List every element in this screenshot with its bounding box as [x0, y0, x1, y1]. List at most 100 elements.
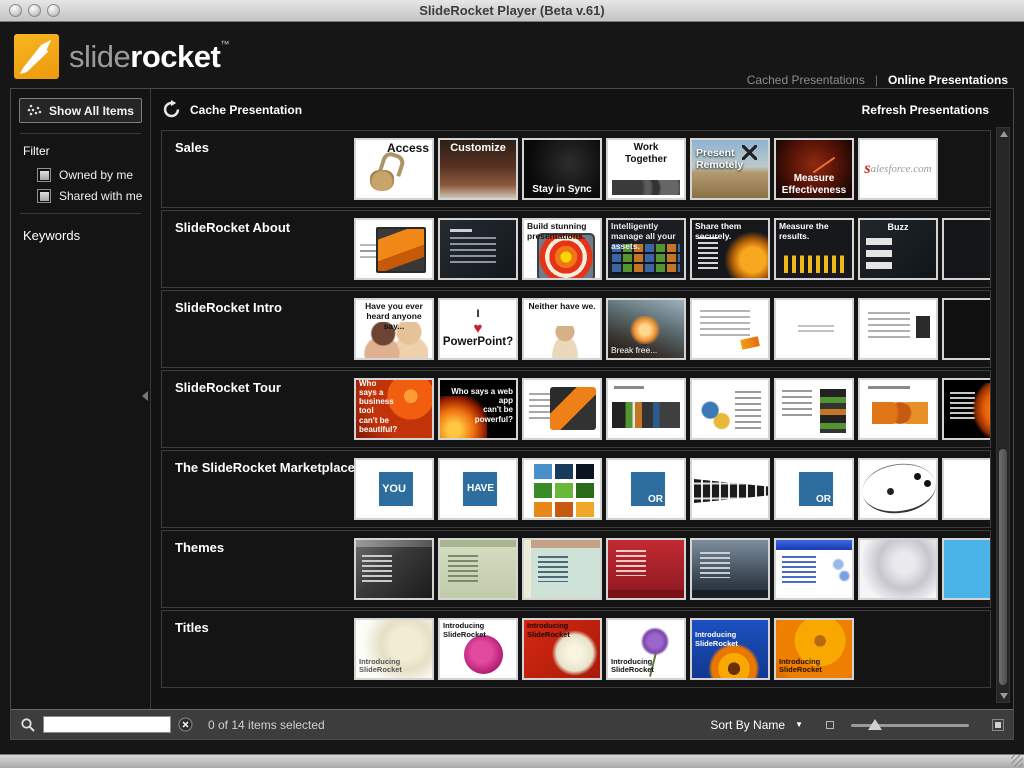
presentation-thumbnail[interactable]	[774, 538, 854, 600]
clear-search-button[interactable]	[178, 717, 193, 732]
logo-wordmark: sliderocket™	[69, 34, 229, 79]
sort-by-dropdown[interactable]: Sort By Name	[710, 718, 785, 732]
owned-by-me-checkbox[interactable]	[37, 168, 51, 182]
presentation-thumbnail[interactable]: Build stunning presentations.	[522, 218, 602, 280]
thumbnail-label: s alesforce.com	[864, 159, 932, 177]
presentation-thumbnail[interactable]	[522, 538, 602, 600]
filter-shared-with-me[interactable]: Shared with me	[37, 189, 150, 203]
slider-thumb[interactable]	[867, 718, 882, 730]
presentation-thumbnail[interactable]	[690, 538, 770, 600]
presentation-thumbnail[interactable]: Introducing SlideRocket	[354, 618, 434, 680]
presentation-thumbnail[interactable]: Introducing SlideRocket	[438, 618, 518, 680]
presentation-thumbnail[interactable]: Introducing SlideRocket	[606, 618, 686, 680]
presentation-thumbnail[interactable]	[858, 298, 938, 360]
thumbnail-strip: Access Customize Stay in Sync Work Together…	[354, 138, 990, 202]
sliderocket-logo: sliderocket™	[14, 34, 229, 79]
presentation-thumbnail[interactable]: Introducing SlideRocket	[690, 618, 770, 680]
presentation-thumbnail[interactable]: Introducing SlideRocket	[774, 618, 854, 680]
refresh-presentations-button[interactable]: Refresh Presentations	[862, 103, 989, 117]
thumbnail-label: Intelligently manage all your assets.	[611, 221, 676, 251]
category-title: Titles	[175, 620, 209, 635]
category-title: SlideRocket Intro	[175, 300, 282, 315]
scroll-down-arrow[interactable]	[1000, 693, 1008, 699]
presentation-thumbnail[interactable]: Who says a web app can't be powerful?	[438, 378, 518, 440]
presentation-thumbnail[interactable]	[858, 378, 938, 440]
presentation-thumbnail[interactable]: YOU	[354, 458, 434, 520]
presentation-thumbnail[interactable]: Who says a business tool can't be beauti…	[354, 378, 434, 440]
presentation-thumbnail[interactable]	[606, 538, 686, 600]
presentation-thumbnail[interactable]: s alesforce.com	[858, 138, 938, 200]
presentation-thumbnail[interactable]: Have you ever heard anyone say...	[354, 298, 434, 360]
presentation-thumbnail[interactable]	[438, 538, 518, 600]
tab-online-presentations[interactable]: Online Presentations	[888, 73, 1008, 87]
logo-word-rocket: rocket	[130, 39, 221, 74]
presentation-thumbnail[interactable]	[942, 298, 990, 360]
presentation-thumbnail[interactable]	[774, 378, 854, 440]
presentation-thumbnail[interactable]: HAVE	[438, 458, 518, 520]
filter-owned-by-me[interactable]: Owned by me	[37, 168, 150, 182]
shared-with-me-checkbox[interactable]	[37, 189, 51, 203]
presentation-thumbnail[interactable]: Buzz	[858, 218, 938, 280]
presentation-thumbnail[interactable]	[354, 218, 434, 280]
presentation-thumbnail[interactable]: Present Remotely	[690, 138, 770, 200]
thumbnail-label: Introducing SlideRocket	[611, 656, 654, 675]
presentation-thumbnail[interactable]	[690, 298, 770, 360]
presentation-thumbnail[interactable]	[438, 218, 518, 280]
presentation-thumbnail[interactable]: I ♥ PowerPoint?	[438, 298, 518, 360]
presentation-thumbnail[interactable]: Work Together	[606, 138, 686, 200]
window-titlebar: SlideRocket Player (Beta v.61)	[0, 0, 1024, 22]
window-minimize-button[interactable]	[28, 4, 41, 17]
category-row: SlideRocket Tour Who says a business tool…	[161, 370, 991, 448]
presentation-thumbnail[interactable]: Break free...	[606, 298, 686, 360]
window-close-button[interactable]	[9, 4, 22, 17]
tab-cached-presentations[interactable]: Cached Presentations	[747, 73, 865, 87]
presentation-thumbnail[interactable]	[606, 378, 686, 440]
presentation-thumbnail[interactable]: Measure the results.	[774, 218, 854, 280]
app-body: sliderocket™ Cached Presentations | Onli…	[0, 23, 1024, 754]
sort-dropdown-arrow[interactable]: ▼	[795, 720, 803, 729]
presentation-thumbnail[interactable]: Neither have we.	[522, 298, 602, 360]
presentation-thumbnail[interactable]: Intelligently manage all your assets.	[606, 218, 686, 280]
presentation-thumbnail[interactable]: Introducing SlideRocket	[522, 618, 602, 680]
scroll-up-arrow[interactable]	[1000, 131, 1008, 137]
sidebar-divider	[20, 213, 141, 214]
presentation-thumbnail[interactable]	[522, 458, 602, 520]
thumbnail-strip: Introducing SlideRocket Introducing Slide…	[354, 618, 990, 682]
show-all-items-button[interactable]: Show All Items	[19, 98, 142, 123]
presentation-thumbnail[interactable]: Stay in Sync	[522, 138, 602, 200]
presentation-thumbnail[interactable]	[942, 458, 990, 520]
presentation-thumbnail[interactable]	[690, 378, 770, 440]
presentation-thumbnail[interactable]	[522, 378, 602, 440]
thumbnail-label: Present Remotely	[696, 147, 744, 172]
category-title: Themes	[175, 540, 225, 555]
small-thumbnails-icon[interactable]	[826, 720, 834, 729]
presentation-thumbnail[interactable]: Measure Effectiveness	[774, 138, 854, 200]
thumbnail-size-slider[interactable]	[851, 718, 969, 731]
presentation-thumbnail[interactable]	[942, 218, 990, 280]
window-zoom-button[interactable]	[47, 4, 60, 17]
thumbnail-strip: Have you ever heard anyone say... I ♥ Power…	[354, 298, 990, 362]
presentation-thumbnail[interactable]: OR	[774, 458, 854, 520]
presentation-thumbnail[interactable]	[354, 538, 434, 600]
resize-grip[interactable]	[1011, 755, 1023, 767]
presentation-thumbnail[interactable]: Customize	[438, 138, 518, 200]
thumbnail-label: Introducing SlideRocket	[443, 621, 486, 639]
search-input[interactable]	[43, 716, 171, 733]
large-thumbnails-icon[interactable]	[992, 718, 1004, 731]
presentation-thumbnail[interactable]	[942, 378, 990, 440]
sidebar-collapse-arrow[interactable]	[142, 391, 148, 401]
vertical-scrollbar[interactable]	[996, 127, 1010, 703]
presentation-thumbnail[interactable]: Share them securely.	[690, 218, 770, 280]
cache-refresh-icon[interactable]	[162, 100, 181, 119]
presentation-thumbnail[interactable]	[942, 538, 990, 600]
presentation-thumbnail[interactable]: OR	[606, 458, 686, 520]
scrollbar-thumb[interactable]	[999, 449, 1007, 685]
cache-presentation-button[interactable]: Cache Presentation	[190, 103, 302, 117]
presentation-thumbnail[interactable]: Access	[354, 138, 434, 200]
presentation-thumbnail[interactable]	[858, 538, 938, 600]
presentation-thumbnail[interactable]	[774, 298, 854, 360]
presentation-thumbnail[interactable]	[690, 458, 770, 520]
search-icon	[21, 717, 35, 732]
presentation-thumbnail[interactable]	[858, 458, 938, 520]
keywords-heading: Keywords	[23, 228, 81, 243]
